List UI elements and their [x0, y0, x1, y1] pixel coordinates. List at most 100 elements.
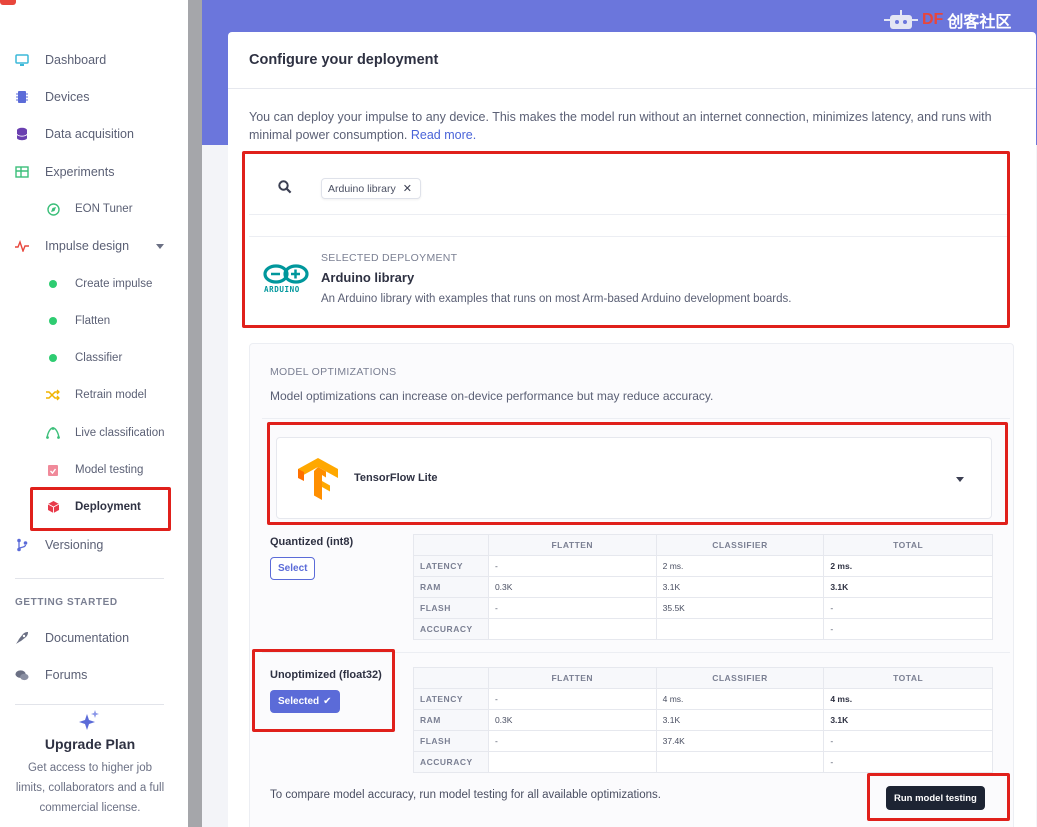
column-header: FLATTEN — [487, 667, 657, 689]
table-cell: 2 ms. — [823, 555, 993, 577]
sidebar-item-impulse-design[interactable]: Impulse design — [0, 231, 188, 261]
divider — [262, 418, 1010, 419]
model-optimizations-description: Model optimizations can increase on-devi… — [270, 389, 714, 403]
page-title: Configure your deployment — [249, 52, 439, 68]
sidebar-item-label: Devices — [45, 90, 90, 104]
sidebar-item-create-impulse[interactable]: Create impulse — [0, 269, 188, 299]
table-row: RAM 0.3K 3.1K 3.1K — [413, 576, 993, 598]
green-dot-icon — [46, 277, 60, 291]
quantized-title: Quantized (int8) — [270, 536, 354, 548]
column-header: TOTAL — [823, 667, 993, 689]
sidebar-item-documentation[interactable]: Documentation — [0, 623, 188, 653]
clipboard-check-icon — [46, 463, 60, 477]
column-header: CLASSIFIER — [655, 667, 825, 689]
sidebar-item-eon-tuner[interactable]: EON Tuner — [0, 194, 188, 224]
table-cell: 3.1K — [655, 576, 825, 598]
table-cell — [655, 751, 825, 773]
unoptimized-metrics-table: FLATTEN CLASSIFIER TOTAL LATENCY -4 ms. 4 … — [413, 667, 993, 773]
column-header — [413, 534, 489, 556]
selected-deployment-name: Arduino library — [321, 270, 415, 285]
sidebar-item-flatten[interactable]: Flatten — [0, 306, 188, 336]
row-label: FLASH — [413, 730, 489, 752]
unoptimized-title: Unoptimized (float32) — [270, 669, 382, 681]
table-row: ACCURACY - — [413, 618, 993, 640]
upgrade-description: Get access to higher job limits, collabo… — [15, 762, 165, 814]
sidebar-item-label: EON Tuner — [75, 203, 133, 215]
sidebar-item-deployment[interactable]: Deployment — [0, 492, 188, 522]
upgrade-panel[interactable]: Upgrade Plan Get access to higher job li… — [0, 710, 180, 818]
table-cell: - — [487, 597, 657, 619]
table-icon — [15, 165, 29, 179]
sidebar-item-forums[interactable]: Forums — [0, 660, 188, 690]
table-cell: - — [823, 597, 993, 619]
run-model-testing-button[interactable]: Run model testing — [886, 786, 985, 810]
chat-icon — [15, 668, 29, 682]
sidebar-item-data-acquisition[interactable]: Data acquisition — [0, 119, 188, 149]
table-cell: - — [823, 730, 993, 752]
chevron-down-icon[interactable] — [156, 243, 164, 249]
sidebar-item-label: Experiments — [45, 165, 115, 179]
selected-deployment-description: An Arduino library with examples that ru… — [321, 293, 792, 305]
sidebar-item-label: Retrain model — [75, 389, 147, 401]
sidebar-item-retrain-model[interactable]: Retrain model — [0, 380, 188, 410]
column-header — [413, 667, 489, 689]
table-cell — [655, 618, 825, 640]
logo-icon[interactable] — [0, 0, 16, 5]
row-label: LATENCY — [413, 688, 489, 710]
sidebar-item-experiments[interactable]: Experiments — [0, 157, 188, 187]
close-icon[interactable]: ✕ — [403, 182, 412, 195]
column-header: CLASSIFIER — [655, 534, 825, 556]
branch-icon — [15, 538, 29, 552]
sidebar-scrollbar[interactable] — [188, 0, 202, 827]
pulse-icon — [15, 239, 29, 253]
read-more-link[interactable]: Read more. — [411, 128, 476, 142]
sidebar-item-classifier[interactable]: Classifier — [0, 343, 188, 373]
monitor-icon — [15, 53, 29, 67]
table-row: LATENCY -2 ms. 2 ms. — [413, 555, 993, 577]
table-row: FLASH -35.5K - — [413, 597, 993, 619]
row-label: ACCURACY — [413, 618, 489, 640]
tensorflow-logo-icon — [298, 458, 338, 505]
table-header-row: FLATTEN CLASSIFIER TOTAL — [413, 534, 993, 556]
divider — [262, 652, 1010, 653]
table-header-row: FLATTEN CLASSIFIER TOTAL — [413, 667, 993, 689]
table-row: FLASH -37.4K - — [413, 730, 993, 752]
table-cell: 3.1K — [823, 576, 993, 598]
search-icon[interactable] — [278, 180, 292, 199]
quantized-metrics-table: FLATTEN CLASSIFIER TOTAL LATENCY -2 ms. 2 … — [413, 534, 993, 640]
sidebar-item-label: Live classification — [75, 427, 165, 439]
table-cell: - — [487, 730, 657, 752]
sidebar-item-live-classification[interactable]: Live classification — [0, 418, 188, 448]
sidebar-item-label: Data acquisition — [45, 127, 134, 141]
sidebar-item-label: Documentation — [45, 631, 130, 645]
sparkle-icon — [0, 710, 180, 730]
watermark-text: 创客社区 — [947, 14, 1012, 31]
column-header: FLATTEN — [487, 534, 657, 556]
table-row: RAM 0.3K 3.1K 3.1K — [413, 709, 993, 731]
select-quantized-button[interactable]: Select — [270, 557, 316, 580]
table-cell: 0.3K — [487, 709, 657, 731]
selected-unoptimized-button[interactable]: Selected ✔ — [270, 690, 340, 713]
table-cell: - — [823, 751, 993, 773]
row-label: LATENCY — [413, 555, 489, 577]
sidebar-item-label: Versioning — [45, 538, 104, 552]
sidebar-item-devices[interactable]: Devices — [0, 82, 188, 112]
watermark-prefix: DF — [922, 11, 944, 28]
table-cell: 0.3K — [487, 576, 657, 598]
shuffle-icon — [46, 388, 60, 402]
sidebar-item-label: Model testing — [75, 464, 144, 476]
table-cell: 37.4K — [655, 730, 825, 752]
sidebar-item-model-testing[interactable]: Model testing — [0, 455, 188, 485]
green-dot-icon — [46, 314, 60, 328]
table-cell: - — [487, 688, 657, 710]
chevron-down-icon[interactable] — [956, 477, 964, 482]
filter-chip[interactable]: Arduino library ✕ — [321, 178, 421, 199]
row-label: RAM — [413, 709, 489, 731]
divider — [15, 704, 164, 705]
upgrade-title: Upgrade Plan — [44, 736, 136, 752]
sidebar-item-label: Classifier — [75, 352, 123, 364]
sidebar-item-versioning[interactable]: Versioning — [0, 530, 188, 560]
sidebar-item-dashboard[interactable]: Dashboard — [0, 45, 188, 75]
table-cell: - — [823, 618, 993, 640]
sidebar: Dashboard Devices Data acquisition Exper… — [0, 0, 188, 827]
